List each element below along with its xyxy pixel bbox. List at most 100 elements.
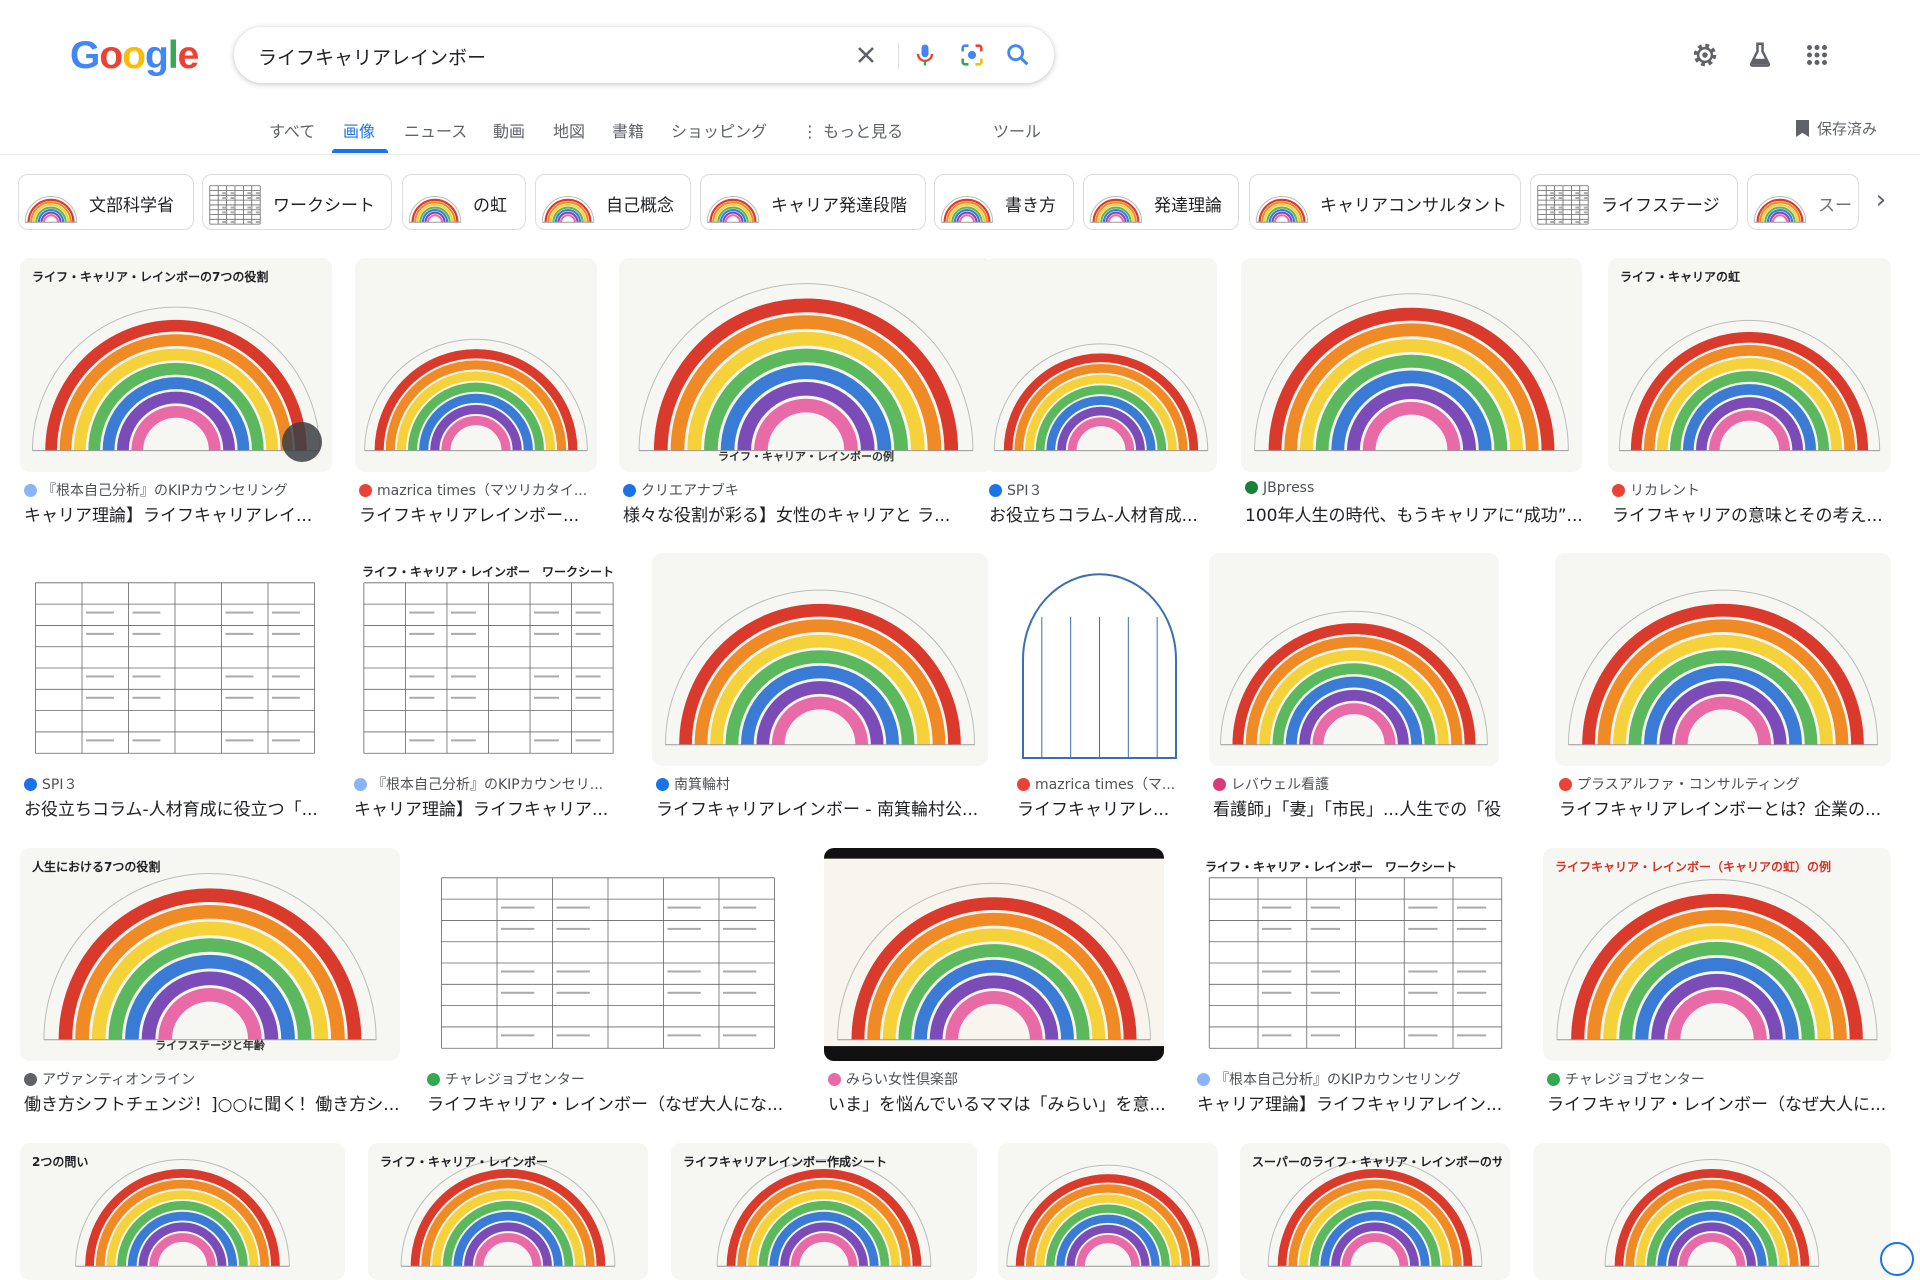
- result-title[interactable]: ライフキャリアレインボー...: [359, 501, 579, 526]
- result-source[interactable]: mazrica times（マ...: [1017, 774, 1175, 794]
- chip-thumbnail: [705, 179, 761, 227]
- tab-books[interactable]: 書籍: [612, 118, 644, 142]
- favicon-icon: [24, 778, 37, 791]
- result-thumbnail[interactable]: ライフキャリア・レインボー（キャリアの虹）の例: [1543, 848, 1891, 1061]
- lens-search-badge-icon[interactable]: [282, 422, 322, 462]
- result-thumbnail[interactable]: [1013, 553, 1186, 766]
- result-title[interactable]: お役立ちコラム-人材育成...: [989, 501, 1198, 526]
- result-title[interactable]: 働き方シフトチェンジ！]○○に聞く！働き方シ...: [24, 1090, 400, 1115]
- thumbnail-title: 人生における7つの役割: [32, 860, 161, 874]
- result-title[interactable]: キャリア理論】ライフキャリア...: [354, 795, 608, 820]
- result-title[interactable]: ライフキャリアレインボーとは？企業の...: [1559, 795, 1881, 820]
- result-thumbnail[interactable]: ライフキャリアレインボー作成シート: [671, 1143, 977, 1280]
- result-thumbnail[interactable]: 2つの問い: [20, 1143, 345, 1280]
- result-thumbnail[interactable]: ライフ・キャリア・レインボー: [368, 1143, 648, 1280]
- result-title[interactable]: ライフキャリアレ...: [1017, 795, 1169, 820]
- gear-icon[interactable]: [1690, 40, 1720, 70]
- result-title[interactable]: キャリア理論】ライフキャリアレイ...: [24, 501, 312, 526]
- result-title[interactable]: 様々な役割が彩る】女性のキャリアと ラ...: [623, 501, 950, 526]
- result-source[interactable]: プラスアルファ・コンサルティング: [1559, 774, 1800, 794]
- tab-images[interactable]: 画像: [343, 118, 375, 142]
- tab-more[interactable]: ⋮ もっと見る: [802, 118, 903, 142]
- result-source[interactable]: アヴァンティオンライン: [24, 1069, 195, 1089]
- result-thumbnail[interactable]: 人生における7つの役割 ライフステージと年齢: [20, 848, 400, 1061]
- result-title[interactable]: ライフキャリア・レインボー（なぜ大人に...: [1547, 1090, 1886, 1115]
- result-thumbnail[interactable]: ライフ・キャリア・レインボー ワークシート: [1193, 848, 1518, 1061]
- thumbnail-graphic: [1255, 195, 1309, 223]
- result-thumbnail[interactable]: [1533, 1143, 1891, 1280]
- chip-thumbnail: [407, 179, 463, 227]
- result-source[interactable]: 『根本自己分析』のKIPカウンセリング: [24, 480, 288, 500]
- chip-career-consultant[interactable]: キャリアコンサルタント: [1249, 174, 1521, 230]
- chip-life-stage[interactable]: ライフステージ: [1530, 174, 1738, 230]
- tools-button[interactable]: ツール: [993, 118, 1041, 142]
- chip-monkasho[interactable]: 文部科学省: [18, 174, 194, 230]
- result-title[interactable]: ライフキャリア・レインボー（なぜ大人にな...: [427, 1090, 783, 1115]
- chip-super[interactable]: スー: [1747, 174, 1859, 230]
- tab-all[interactable]: すべて: [269, 118, 315, 142]
- tab-maps[interactable]: 地図: [553, 118, 585, 142]
- chip-thumbnail: [23, 179, 79, 227]
- result-thumbnail[interactable]: スーパーのライフ・キャリア・レインボーのサンプル: [1240, 1143, 1510, 1280]
- search-icon[interactable]: [1004, 41, 1032, 69]
- lens-icon[interactable]: [958, 41, 986, 69]
- result-thumbnail[interactable]: [1241, 258, 1582, 472]
- thumbnail-graphic: [20, 553, 330, 766]
- result-source[interactable]: 『根本自己分析』のKIPカウンセリ...: [354, 774, 603, 794]
- result-thumbnail[interactable]: [652, 553, 988, 766]
- chip-development-theory[interactable]: 発達理論: [1083, 174, 1239, 230]
- flask-icon[interactable]: [1745, 40, 1775, 70]
- result-title[interactable]: キャリア理論】ライフキャリアレイン...: [1197, 1090, 1502, 1115]
- result-title[interactable]: いま」を悩んでいるママは「みらい」を意...: [828, 1090, 1166, 1115]
- tab-news[interactable]: ニュース: [404, 118, 467, 142]
- result-source[interactable]: SPI３: [989, 480, 1042, 500]
- grid-icon[interactable]: [1802, 40, 1832, 70]
- result-thumbnail[interactable]: [355, 258, 597, 472]
- chip-how-to-write[interactable]: 書き方: [934, 174, 1074, 230]
- result-thumbnail[interactable]: ライフ・キャリア・レインボーの7つの役割: [20, 258, 332, 472]
- result-title[interactable]: ライフキャリアレインボー - 南箕輪村公...: [656, 795, 978, 820]
- result-title[interactable]: ライフキャリアの意味とその考え...: [1612, 501, 1883, 526]
- result-source[interactable]: みらい女性倶楽部: [828, 1069, 958, 1089]
- assistant-icon[interactable]: [1880, 1242, 1914, 1276]
- result-thumbnail[interactable]: [20, 553, 330, 766]
- result-source[interactable]: 南箕輪村: [656, 774, 730, 794]
- result-title[interactable]: お役立ちコラム-人材育成に役立つ「...: [24, 795, 318, 820]
- result-title[interactable]: 100年人生の時代、もうキャリアに“成功”...: [1245, 501, 1583, 526]
- thumbnail-title: 2つの問い: [32, 1155, 89, 1169]
- result-thumbnail[interactable]: [1209, 553, 1499, 766]
- result-source[interactable]: レバウェル看護: [1213, 774, 1329, 794]
- result-source[interactable]: SPI３: [24, 774, 77, 794]
- result-source[interactable]: チャレジョブセンター: [1547, 1069, 1705, 1089]
- result-thumbnail[interactable]: ライフ・キャリア・レインボー ワークシート: [350, 553, 627, 766]
- result-source[interactable]: 『根本自己分析』のKIPカウンセリング: [1197, 1069, 1461, 1089]
- result-source[interactable]: mazrica times（マツリカタイ...: [359, 480, 587, 500]
- thumbnail-graphic: [1220, 610, 1488, 746]
- result-source[interactable]: クリエアナブキ: [623, 480, 739, 500]
- result-source[interactable]: チャレジョブセンター: [427, 1069, 585, 1089]
- result-title[interactable]: 看護師」「妻」「市民」...人生での「役...: [1213, 795, 1503, 820]
- result-thumbnail[interactable]: ライフ・キャリアの虹: [1608, 258, 1891, 472]
- result-thumbnail[interactable]: [985, 258, 1217, 472]
- saved-button[interactable]: 保存済み: [1796, 118, 1877, 139]
- result-thumbnail[interactable]: [1555, 553, 1891, 766]
- tab-videos[interactable]: 動画: [493, 118, 525, 142]
- result-source[interactable]: リカレント: [1612, 480, 1700, 500]
- result-thumbnail[interactable]: [423, 848, 793, 1061]
- chip-self-concept[interactable]: 自己概念: [535, 174, 691, 230]
- result-thumbnail[interactable]: ライフ・キャリア・レインボーの例: [619, 258, 993, 472]
- chip-career-stage[interactable]: キャリア発達段階: [700, 174, 926, 230]
- chip-worksheet[interactable]: ワークシート: [202, 174, 392, 230]
- chevron-right-icon[interactable]: ›: [1866, 186, 1896, 216]
- search-input[interactable]: ライフキャリアレインボー: [258, 43, 486, 70]
- tab-shopping[interactable]: ショッピング: [671, 118, 767, 142]
- result-source[interactable]: JBpress: [1245, 480, 1314, 496]
- search-box[interactable]: ライフキャリアレインボー: [234, 27, 1054, 83]
- chip-niji[interactable]: の虹: [402, 174, 526, 230]
- google-logo[interactable]: Google: [70, 34, 199, 78]
- thumbnail-graphic: [364, 338, 588, 452]
- close-icon[interactable]: [852, 41, 880, 69]
- result-thumbnail[interactable]: [824, 848, 1164, 1061]
- result-thumbnail[interactable]: [998, 1143, 1218, 1280]
- microphone-icon[interactable]: [911, 41, 939, 69]
